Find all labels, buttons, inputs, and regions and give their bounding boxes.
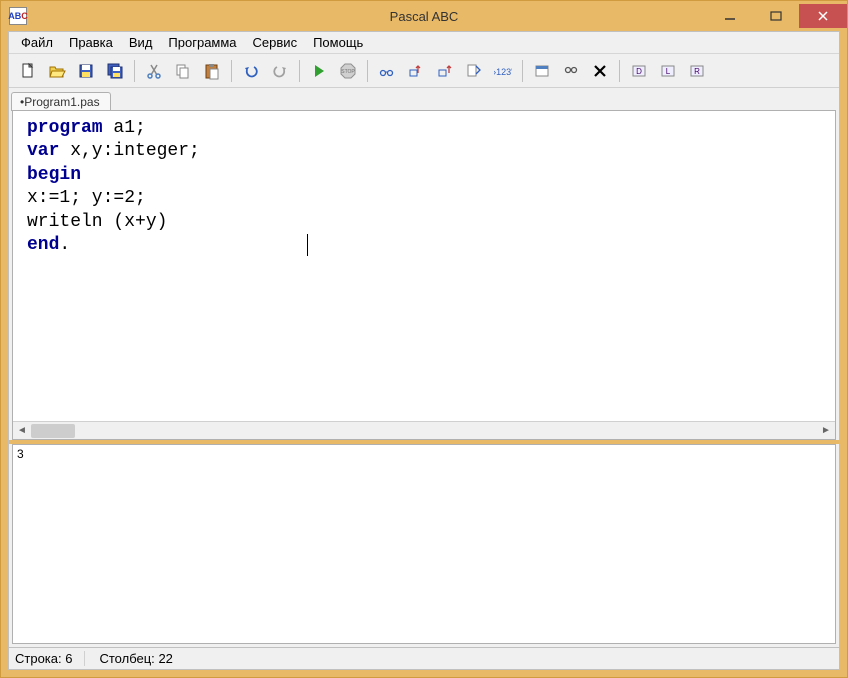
menu-help[interactable]: Помощь: [305, 33, 371, 52]
status-column: Столбец: 22: [99, 651, 172, 666]
svg-text:›123': ›123': [494, 67, 512, 77]
stop-button[interactable]: STOP: [335, 58, 361, 84]
app-icon-c: C: [21, 11, 28, 21]
find-button[interactable]: [558, 58, 584, 84]
run-button[interactable]: [306, 58, 332, 84]
svg-text:STOP: STOP: [341, 69, 355, 75]
toolbar-separator: [299, 60, 300, 82]
svg-text:R: R: [694, 67, 700, 76]
svg-text:L: L: [666, 67, 671, 76]
text-caret: [307, 234, 308, 256]
save-all-button[interactable]: [102, 58, 128, 84]
toolbar-separator: [619, 60, 620, 82]
toolbar-separator: [134, 60, 135, 82]
save-file-button[interactable]: [73, 58, 99, 84]
open-file-button[interactable]: [44, 58, 70, 84]
app-window: ABC Pascal ABC Файл Правка Вид Программа…: [0, 0, 848, 678]
minimize-button[interactable]: [707, 4, 753, 28]
menu-edit[interactable]: Правка: [61, 33, 121, 52]
status-col-label: Столбец:: [99, 651, 154, 666]
tab-bar: •Program1.pas: [9, 88, 839, 110]
breakpoint-button[interactable]: [461, 58, 487, 84]
statusbar: Строка: 6 Столбец: 22: [9, 647, 839, 669]
new-file-button[interactable]: [15, 58, 41, 84]
cut-button[interactable]: [141, 58, 167, 84]
maximize-button[interactable]: [753, 4, 799, 28]
step-over-button[interactable]: [403, 58, 429, 84]
evaluate-button[interactable]: ›123': [490, 58, 516, 84]
menu-program[interactable]: Программа: [160, 33, 244, 52]
scroll-left-icon[interactable]: ◄: [13, 422, 31, 440]
window-title: Pascal ABC: [390, 9, 459, 24]
toolbar: STOP ›123' D L R: [9, 54, 839, 88]
copy-button[interactable]: [170, 58, 196, 84]
status-line: Строка: 6: [15, 651, 85, 666]
keyword-end: end: [27, 235, 59, 255]
code-editor[interactable]: program a1; var x,y:integer; begin x:=1;…: [13, 111, 835, 421]
scroll-thumb[interactable]: [31, 424, 75, 438]
delete-button[interactable]: [587, 58, 613, 84]
code-text: x:=1; y:=2;: [27, 188, 146, 208]
keyword-var: var: [27, 141, 59, 161]
status-line-value: 6: [65, 651, 72, 666]
status-col-value: 22: [158, 651, 172, 666]
locals-button[interactable]: L: [655, 58, 681, 84]
paste-button[interactable]: [199, 58, 225, 84]
toolbar-separator: [231, 60, 232, 82]
close-button[interactable]: [799, 4, 847, 28]
app-icon: ABC: [9, 7, 27, 25]
editor-pane: program a1; var x,y:integer; begin x:=1;…: [12, 110, 836, 440]
svg-text:D: D: [636, 67, 642, 76]
code-text: a1;: [103, 118, 146, 138]
window-controls: [707, 4, 847, 28]
undo-button[interactable]: [238, 58, 264, 84]
status-line-label: Строка:: [15, 651, 62, 666]
keyword-program: program: [27, 118, 103, 138]
watches-button[interactable]: R: [684, 58, 710, 84]
step-out-button[interactable]: [432, 58, 458, 84]
horizontal-scrollbar[interactable]: ◄ ►: [13, 421, 835, 439]
code-text: writeln (x+y): [27, 212, 167, 232]
keyword-begin: begin: [27, 165, 81, 185]
toolbar-separator: [522, 60, 523, 82]
declarations-button[interactable]: D: [626, 58, 652, 84]
redo-button[interactable]: [267, 58, 293, 84]
menu-file[interactable]: Файл: [13, 33, 61, 52]
output-pane[interactable]: 3: [12, 444, 836, 644]
code-text: .: [59, 235, 70, 255]
client-area: Файл Правка Вид Программа Сервис Помощь …: [8, 31, 840, 670]
code-text: x,y:integer;: [59, 141, 199, 161]
output-text: 3: [17, 447, 24, 461]
trace-into-button[interactable]: [374, 58, 400, 84]
scroll-right-icon[interactable]: ►: [817, 422, 835, 440]
menu-view[interactable]: Вид: [121, 33, 161, 52]
menu-service[interactable]: Сервис: [245, 33, 306, 52]
new-window-button[interactable]: [529, 58, 555, 84]
app-icon-ab: AB: [8, 11, 21, 21]
titlebar[interactable]: ABC Pascal ABC: [1, 1, 847, 31]
editor-tab[interactable]: •Program1.pas: [11, 92, 111, 111]
toolbar-separator: [367, 60, 368, 82]
menubar: Файл Правка Вид Программа Сервис Помощь: [9, 32, 839, 54]
